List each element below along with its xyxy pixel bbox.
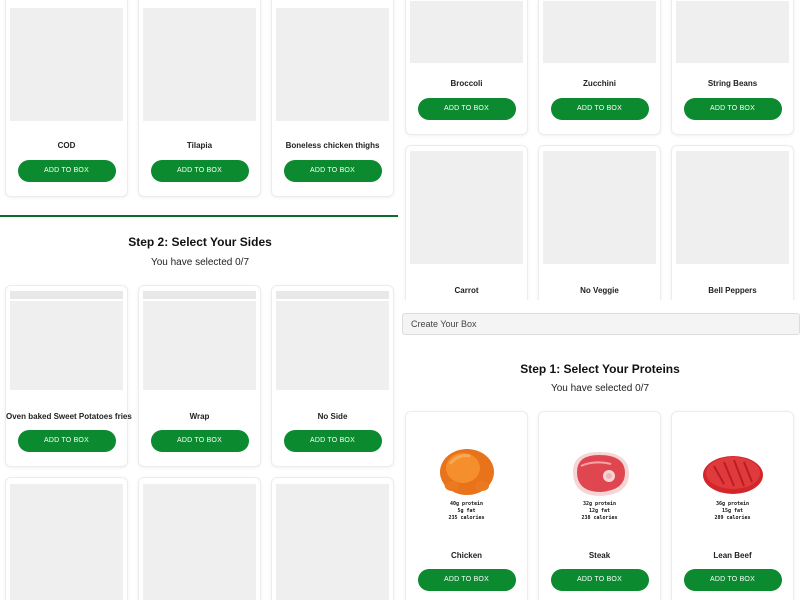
veggie-card-zucchini: Zucchini ADD TO BOX [538, 0, 661, 135]
product-name: Broccoli [450, 79, 483, 88]
nutrition-calories: 235 calories [448, 515, 485, 521]
step2-title: Step 2: Select Your Sides [128, 235, 272, 249]
add-to-box-button[interactable]: ADD TO BOX [17, 430, 116, 452]
product-name: Zucchini [583, 79, 616, 88]
product-name: Carrot [454, 286, 479, 295]
side-card [138, 477, 261, 600]
add-to-box-button[interactable]: ADD TO BOX [417, 569, 516, 591]
step1-title: Step 1: Select Your Proteins [520, 362, 680, 376]
add-to-box-button[interactable]: ADD TO BOX [150, 160, 249, 182]
add-to-box-button[interactable]: ADD TO BOX [17, 160, 116, 182]
left-pane: COD ADD TO BOX Tilapia ADD TO BOX Bonele… [0, 0, 400, 600]
product-image [143, 301, 256, 390]
product-name: Boneless chicken thighs [285, 141, 380, 150]
add-to-box-button[interactable]: ADD TO BOX [683, 569, 782, 591]
product-image [143, 484, 256, 600]
side-card-wrap: Wrap ADD TO BOX [138, 285, 261, 467]
product-image [543, 151, 656, 264]
nutrition-calories: 238 calories [581, 515, 618, 521]
section-divider [0, 215, 398, 217]
nutrition-fat: 12g fat [588, 508, 611, 514]
product-name: String Beans [707, 79, 758, 88]
protein-card-steak: 32g protein 12g fat 238 calories Steak A… [538, 411, 661, 600]
side-card [271, 477, 394, 600]
product-image [143, 8, 256, 121]
veggie-card-string-beans: String Beans ADD TO BOX [671, 0, 794, 135]
nutrition-protein: 36g protein [715, 501, 750, 507]
product-name: Steak [588, 551, 611, 560]
product-name: Oven baked Sweet Potatoes fries [6, 412, 132, 421]
step1-selected-count: You have selected 0/7 [550, 383, 650, 394]
nutrition-protein: 32g protein [582, 501, 617, 507]
product-image [276, 484, 389, 600]
veggie-card-bell-peppers: Bell Peppers [671, 145, 794, 300]
add-to-box-button[interactable]: ADD TO BOX [417, 98, 516, 120]
side-card [5, 477, 128, 600]
add-to-box-button[interactable]: ADD TO BOX [550, 98, 649, 120]
product-image [276, 8, 389, 121]
product-image [676, 1, 789, 63]
product-image [410, 1, 523, 63]
product-name: Wrap [189, 412, 210, 421]
veggie-card-carrot: Carrot [405, 145, 528, 300]
product-image [276, 301, 389, 390]
nutrition-calories: 289 calories [714, 515, 751, 521]
side-card-sweet-potato-fries: Oven baked Sweet Potatoes fries ADD TO B… [5, 285, 132, 467]
nutrition-fat: 15g fat [721, 508, 744, 514]
protein-card-boneless-chicken-thighs: Boneless chicken thighs ADD TO BOX [271, 0, 394, 197]
product-name: No Side [317, 412, 348, 421]
product-image [143, 291, 256, 299]
product-name: No Veggie [580, 286, 619, 295]
nutrition-fat: 5g fat [457, 508, 476, 514]
create-your-box-bar[interactable]: Create Your Box [402, 313, 800, 335]
product-name: Lean Beef [713, 551, 752, 560]
product-name: COD [57, 141, 76, 150]
product-image [10, 301, 123, 390]
product-image [10, 8, 123, 121]
step2-selected-count: You have selected 0/7 [150, 257, 250, 268]
nutrition-protein: 40g protein [449, 501, 484, 507]
add-to-box-button[interactable]: ADD TO BOX [283, 430, 382, 452]
product-name: Bell Peppers [708, 286, 757, 295]
veggie-card-no-veggie: No Veggie [538, 145, 661, 300]
add-to-box-button[interactable]: ADD TO BOX [683, 98, 782, 120]
add-to-box-button[interactable]: ADD TO BOX [283, 160, 382, 182]
side-card-no-side: No Side ADD TO BOX [271, 285, 394, 467]
product-name: Chicken [450, 551, 483, 560]
product-name: Tilapia [186, 141, 213, 150]
protein-card-lean-beef: 36g protein 15g fat 289 calories Lean Be… [671, 411, 794, 600]
product-image [276, 291, 389, 299]
product-image [676, 151, 789, 264]
product-image [410, 151, 523, 264]
veggie-card-broccoli: Broccoli ADD TO BOX [405, 0, 528, 135]
protein-card-tilapia: Tilapia ADD TO BOX [138, 0, 261, 197]
right-bottom-pane: Step 1: Select Your Proteins You have se… [400, 340, 800, 600]
add-to-box-button[interactable]: ADD TO BOX [550, 569, 649, 591]
product-image [10, 291, 123, 299]
right-top-pane: Broccoli ADD TO BOX Zucchini ADD TO BOX … [400, 0, 800, 300]
add-to-box-button[interactable]: ADD TO BOX [150, 430, 249, 452]
product-image [543, 1, 656, 63]
protein-card-cod: COD ADD TO BOX [5, 0, 128, 197]
product-image [10, 484, 123, 600]
protein-card-chicken: 40g protein 5g fat 235 calories Chicken … [405, 411, 528, 600]
